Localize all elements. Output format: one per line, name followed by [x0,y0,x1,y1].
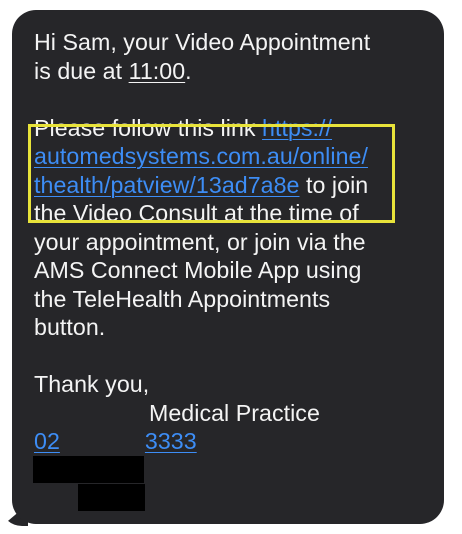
instruction-line-5: your appointment, or join via the [34,228,366,255]
follow-text: Please follow this link [34,114,263,141]
phone-link[interactable]: 02 3333 [34,428,197,454]
link-line-2: automedsystems.com.au/online/ [34,142,444,171]
thanks-line: Thank you, [34,371,150,397]
due-line: is due at 11:00. [34,57,444,86]
phone-line: 02 3333 [34,427,444,456]
appointment-link-part3[interactable]: thealth/patview/13ad7a8e [34,172,300,198]
phone-prefix: 02 [34,428,60,454]
redaction-block-phone [78,484,145,511]
greeting-line: Hi Sam, your Video Appointment [34,28,444,57]
practice-suffix: Medical Practice [149,399,320,426]
instruction-line-7: the TeleHealth Appointments [34,285,331,312]
phone-suffix: 3333 [144,428,197,454]
due-period: . [185,57,192,84]
practice-line: Medical Practice [34,399,444,428]
link-line-3: thealth/patview/13ad7a8e to join [34,171,444,200]
redaction-block-name [33,456,144,483]
message-text: Hi Sam, your Video Appointment is due at… [34,28,444,456]
instruction-line-6: AMS Connect Mobile App using [34,257,362,283]
due-text: is due at [34,57,129,84]
instruction-line-8: button. [34,314,106,340]
greeting-text: Hi Sam, your Video Appointment [34,29,371,55]
message-screen: Hi Sam, your Video Appointment is due at… [0,0,462,534]
follow-line: Please follow this link https:// [34,114,444,143]
appointment-time[interactable]: 11:00 [129,58,186,84]
instruction-line-4: the Video Consult at the time of [34,200,359,226]
appointment-link-part1[interactable]: https:// [262,115,332,141]
appointment-link-part2[interactable]: automedsystems.com.au/online/ [34,143,368,169]
join-text: to join [299,171,369,198]
